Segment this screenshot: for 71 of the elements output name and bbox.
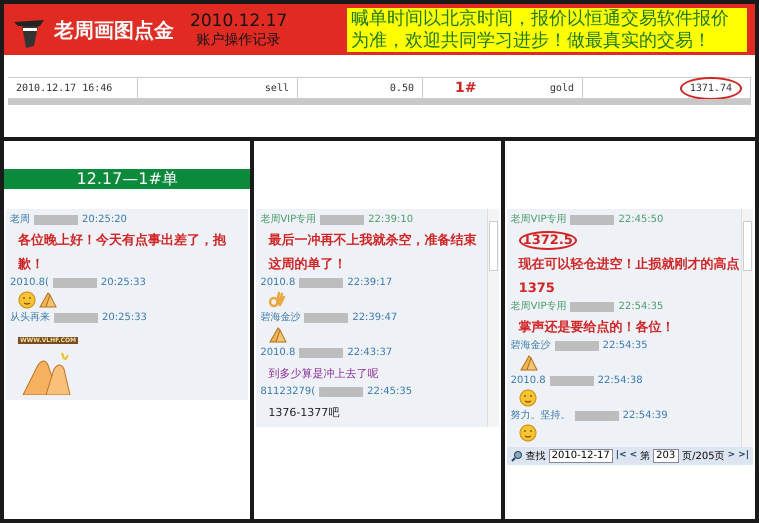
cell-text: 2010.12.17 16:46 xyxy=(16,82,112,96)
page-nav-button[interactable]: |< xyxy=(616,449,627,463)
redacted-block xyxy=(304,312,348,322)
smiley-face-icon xyxy=(518,389,537,407)
redacted-block xyxy=(54,312,98,322)
header-date: 2010.12.17 xyxy=(190,10,288,30)
chat-message: 现在可以轻仓进空！止损就刚才的高点1375 xyxy=(518,257,740,296)
cell-text: 0.50 xyxy=(390,82,414,96)
chat-message: 1376-1377吧 xyxy=(268,406,340,419)
sender-name: 碧海金沙 xyxy=(510,339,551,352)
message-time: 20:25:20 xyxy=(82,213,127,226)
sender-name: 2010.8 xyxy=(510,374,546,387)
redacted-block xyxy=(554,340,599,350)
sender-name: 2010.8( xyxy=(10,276,49,289)
scrollbar[interactable] xyxy=(741,209,753,447)
message-time: 22:45:50 xyxy=(618,213,664,226)
redacted-block xyxy=(299,348,344,358)
chat-message: 到多少算是冲上去了呢 xyxy=(268,367,378,380)
message-time: 22:45:35 xyxy=(367,385,412,398)
message-time: 22:54:38 xyxy=(598,374,643,387)
message-time: 22:39:47 xyxy=(352,311,398,324)
search-icon[interactable] xyxy=(510,450,523,462)
message-time: 20:25:33 xyxy=(102,311,147,324)
redacted-block xyxy=(550,376,594,386)
sender-name: 从头再来 xyxy=(10,311,50,324)
header-subtitle: 账户操作记录 xyxy=(196,30,281,48)
sender-name: 2010.8 xyxy=(260,276,296,289)
message-time: 22:43:37 xyxy=(347,346,392,359)
sender-name: 老周 xyxy=(10,213,30,226)
search-label[interactable]: 查找 xyxy=(526,448,546,464)
sender-name: 碧海金沙 xyxy=(260,311,300,324)
symbol-text: gold xyxy=(550,82,574,96)
message-time: 22:54:35 xyxy=(618,300,664,313)
date-field[interactable]: 2010-12-17 xyxy=(548,449,613,463)
sender-name: 老周VIP专用 xyxy=(510,300,566,313)
chat-message: 掌声还是要给点的！各位！ xyxy=(518,320,675,335)
redacted-block xyxy=(52,278,97,288)
sender-name: 努力。坚持。 xyxy=(510,409,571,422)
scrollbar[interactable] xyxy=(486,209,499,427)
redacted-block xyxy=(34,214,78,224)
redacted-block xyxy=(570,214,614,224)
logo-text: 老周画图点金 xyxy=(54,20,174,40)
page-nav-button[interactable]: >| xyxy=(738,449,749,463)
message-time: 22:54:39 xyxy=(622,409,668,422)
page-prefix: 第 xyxy=(640,450,650,464)
sender-name: 2010.8 xyxy=(260,346,296,359)
chat-message: 各位晚上好！今天有点事出差了，抱歉！ xyxy=(18,233,226,272)
page-count: 页/205页 xyxy=(682,450,725,464)
chat-message: 最后一冲再不上我就杀空，准备结束这周的单了！ xyxy=(268,233,476,272)
redacted-block xyxy=(320,214,364,224)
cell-text: sell xyxy=(264,82,289,96)
message-time: 20:25:33 xyxy=(100,276,146,289)
smiley-face-icon xyxy=(518,424,537,442)
redacted-block xyxy=(299,278,344,288)
message-time: 22:54:35 xyxy=(602,339,648,352)
title-banner: 12.17—1#单 xyxy=(4,169,250,189)
message-time: 22:39:10 xyxy=(368,213,414,226)
order-mark: 1# xyxy=(455,78,476,98)
page-field[interactable]: 203 xyxy=(653,449,680,463)
message-time: 22:39:17 xyxy=(347,276,392,289)
notice-banner: 喊单时间以北京时间，报价以恒通交易软件报价为准，欢迎共同学习进步！做最真实的交易！ xyxy=(347,8,747,52)
page-nav-button[interactable]: > xyxy=(728,449,736,463)
sender-name: 老周VIP专用 xyxy=(510,213,566,226)
smiley-face-icon xyxy=(18,291,36,309)
redacted-block xyxy=(574,410,619,420)
redacted-block xyxy=(570,302,614,312)
page-nav-button[interactable]: < xyxy=(630,449,638,463)
redacted-block xyxy=(319,386,364,396)
sender-name: 81123279( xyxy=(260,385,316,398)
sender-name: 老周VIP专用 xyxy=(260,213,316,226)
ok-hand-icon xyxy=(268,291,286,309)
